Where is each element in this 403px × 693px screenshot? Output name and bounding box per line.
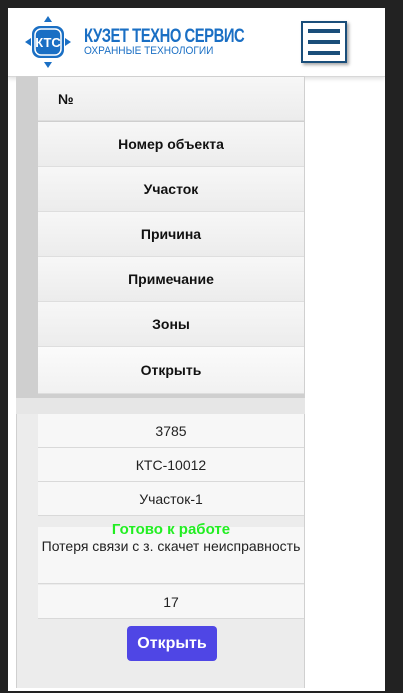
logo-diamond-icon: КТС [25, 16, 71, 68]
cell-number: 3785 [38, 414, 304, 448]
header-object-number: Номер объекта [38, 122, 304, 167]
menu-bar-icon [308, 40, 340, 44]
table-divider [16, 398, 305, 414]
header-reason: Причина [38, 212, 304, 257]
cell-zones: 17 [38, 585, 304, 619]
table-row: 3785 КТС-10012 Участок-1 Потеря связи с … [16, 414, 305, 688]
header-note: Примечание [38, 257, 304, 302]
cell-object-number: КТС-10012 [38, 448, 304, 482]
brand-tagline: ОХРАННЫЕ ТЕХНОЛОГИИ [84, 45, 214, 57]
header-area: Участок [38, 167, 304, 212]
menu-bar-icon [308, 29, 340, 33]
company-logo[interactable]: КТС КУЗЕТ ТЕХНО СЕРВИС ОХРАННЫЕ ТЕХНОЛОГ… [24, 14, 245, 70]
header-zones: Зоны [38, 302, 304, 347]
status-label: Готово к работе [111, 521, 231, 538]
table-header: № Номер объекта Участок Причина Примечан… [16, 76, 305, 400]
header-number: № [38, 77, 304, 121]
site-header: КТС КУЗЕТ ТЕХНО СЕРВИС ОХРАННЫЕ ТЕХНОЛОГ… [8, 8, 385, 77]
menu-bar-icon [308, 51, 340, 55]
app-screen: КТС КУЗЕТ ТЕХНО СЕРВИС ОХРАННЫЕ ТЕХНОЛОГ… [8, 8, 385, 691]
open-button[interactable]: Открыть [127, 626, 217, 661]
header-open: Открыть [38, 347, 304, 394]
svg-text:КТС: КТС [35, 35, 61, 50]
hamburger-menu-button[interactable] [301, 21, 347, 63]
cell-area: Участок-1 [38, 482, 304, 516]
